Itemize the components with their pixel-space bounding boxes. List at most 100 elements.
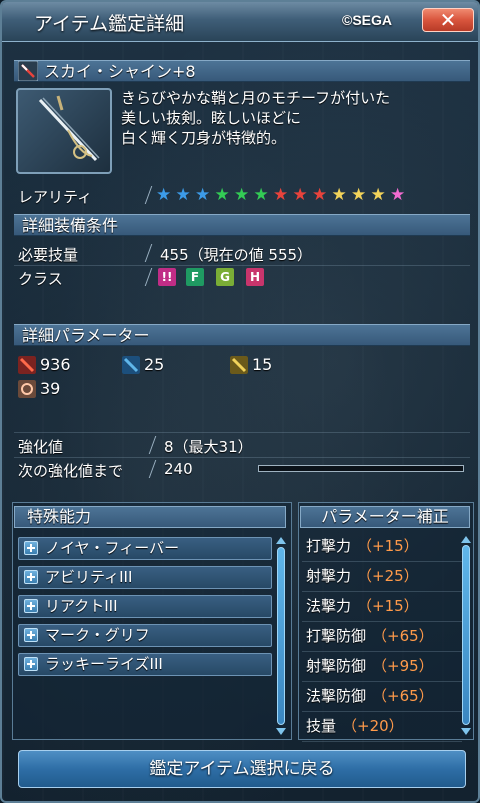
skill-value: 455（現在の値 555）: [160, 246, 313, 264]
param-bonus-name: 法撃防御: [306, 687, 367, 705]
rarity-star-icon: ★: [156, 185, 172, 205]
param-bonus-value: （+65）: [372, 687, 434, 705]
close-icon: ✕: [439, 8, 457, 32]
param-bonus-value: （+15）: [357, 537, 419, 555]
ability-name: アビリティIII: [45, 568, 133, 586]
braver-class-icon: H: [246, 268, 264, 286]
fighter-class-icon: F: [186, 268, 204, 286]
sword-icon: [38, 95, 100, 162]
ability-item[interactable]: ラッキーライズIII: [18, 653, 272, 676]
copyright-text: ©SEGA: [342, 12, 392, 28]
dexterity-icon: [18, 380, 36, 398]
params-scroll-up-icon[interactable]: [461, 536, 471, 543]
param-bonus-value: （+15）: [357, 597, 419, 615]
description-line: 白く輝く刀身が特徴的。: [121, 129, 287, 147]
param-bonus-row: 技量 （+20）: [302, 712, 462, 742]
enhance-progress-bar: [258, 465, 464, 472]
dexterity-value: 39: [40, 379, 61, 398]
param-bonus-value: （+20）: [342, 717, 404, 735]
expand-plus-icon: [24, 570, 38, 584]
tech-attack-icon: [230, 356, 248, 374]
rarity-star-icon: ★: [253, 185, 269, 205]
item-name: スカイ・シャイン+8: [44, 62, 196, 81]
hunter-class-icon: !!: [158, 268, 176, 286]
melee-attack-icon: [18, 356, 36, 374]
ability-name: リアクトIII: [45, 597, 118, 615]
sword-small-icon: [18, 61, 38, 81]
param-bonus-name: 射撃防御: [306, 657, 367, 675]
separator: [148, 436, 157, 454]
expand-plus-icon: [24, 599, 38, 613]
params-header-label: 詳細パラメーター: [22, 326, 150, 345]
requirements-header-label: 詳細装備条件: [22, 216, 119, 235]
expand-plus-icon: [24, 628, 38, 642]
separator: [144, 186, 153, 204]
param-bonus-value: （+65）: [372, 627, 434, 645]
close-button[interactable]: ✕: [422, 8, 474, 32]
divider: [14, 265, 470, 266]
enhance-level-value: 8（最大31）: [164, 438, 253, 456]
ability-item[interactable]: マーク・グリフ: [18, 624, 272, 647]
param-bonus-header: パラメーター補正: [300, 506, 470, 528]
param-bonus-name: 打撃力: [306, 537, 352, 555]
description-line: きらびやかな鞘と月のモチーフが付いた: [121, 89, 391, 107]
param-bonus-name: 打撃防御: [306, 627, 367, 645]
ability-item[interactable]: アビリティIII: [18, 566, 272, 589]
ranged-attack-value: 25: [144, 355, 165, 374]
param-bonus-name: 技量: [306, 717, 337, 735]
expand-plus-icon: [24, 657, 38, 671]
requirements-header: 詳細装備条件: [14, 214, 470, 236]
params-scrollbar[interactable]: [462, 545, 470, 725]
ability-name: ラッキーライズIII: [45, 655, 163, 673]
rarity-star-icon: ★: [273, 185, 289, 205]
rarity-star-icon: ★: [331, 185, 347, 205]
back-to-selection-button[interactable]: 鑑定アイテム選択に戻る: [18, 750, 466, 788]
param-bonus-name: 法撃力: [306, 597, 352, 615]
next-enhance-value: 240: [164, 460, 193, 478]
rarity-star-icon: ★: [370, 185, 386, 205]
ranged-attack-icon: [122, 356, 140, 374]
param-bonus-name: 射撃力: [306, 567, 352, 585]
abilities-scrollbar[interactable]: [277, 547, 285, 725]
item-name-header: スカイ・シャイン+8: [14, 60, 470, 82]
param-bonus-header-label: パラメーター補正: [321, 507, 449, 526]
abilities-scroll-up-icon[interactable]: [276, 537, 286, 544]
window-title: アイテム鑑定詳細: [34, 13, 185, 35]
separator: [144, 244, 153, 262]
expand-plus-icon: [24, 541, 38, 555]
ability-item[interactable]: リアクトIII: [18, 595, 272, 618]
skill-label: 必要技量: [18, 246, 79, 264]
melee-attack-value: 936: [40, 355, 71, 374]
divider: [14, 432, 470, 433]
rarity-star-icon: ★: [351, 185, 367, 205]
class-glyph: G: [220, 270, 230, 284]
rarity-star-icon: ★: [292, 185, 308, 205]
rarity-star-icon: ★: [234, 185, 250, 205]
param-bonus-value: （+25）: [357, 567, 419, 585]
class-label: クラス: [18, 270, 63, 288]
params-header: 詳細パラメーター: [14, 324, 470, 346]
item-image: [16, 88, 112, 174]
tech-attack-value: 15: [252, 355, 273, 374]
separator: [144, 268, 153, 286]
rarity-star-icon: ★: [390, 185, 406, 205]
back-button-label: 鑑定アイテム選択に戻る: [149, 759, 335, 779]
rarity-star-icon: ★: [175, 185, 191, 205]
param-bonus-row: 射撃力 （+25）: [302, 562, 462, 592]
class-glyph: !!: [161, 270, 173, 284]
param-bonus-row: 法撃防御 （+65）: [302, 682, 462, 712]
description-line: 美しい抜剣。眩しいほどに: [121, 109, 302, 127]
rarity-star-icon: ★: [312, 185, 328, 205]
params-scroll-down-icon[interactable]: [461, 728, 471, 735]
item-appraisal-window: アイテム鑑定詳細 ©SEGA ✕ スカイ・シャイン+8 きらびやかな鞘と月のモチ…: [0, 0, 480, 803]
rarity-label: レアリティ: [18, 188, 93, 206]
class-glyph: F: [190, 270, 200, 284]
item-description: きらびやかな鞘と月のモチーフが付いた 美しい抜剣。眩しいほどに 白く輝く刀身が特…: [121, 88, 390, 148]
param-bonus-row: 打撃防御 （+65）: [302, 622, 462, 652]
class-glyph: H: [249, 270, 261, 284]
divider: [14, 457, 470, 458]
ability-item[interactable]: ノイヤ・フィーバー: [18, 537, 272, 560]
enhance-level-label: 強化値: [18, 438, 64, 456]
rarity-star-icon: ★: [195, 185, 211, 205]
abilities-scroll-down-icon[interactable]: [276, 728, 286, 735]
